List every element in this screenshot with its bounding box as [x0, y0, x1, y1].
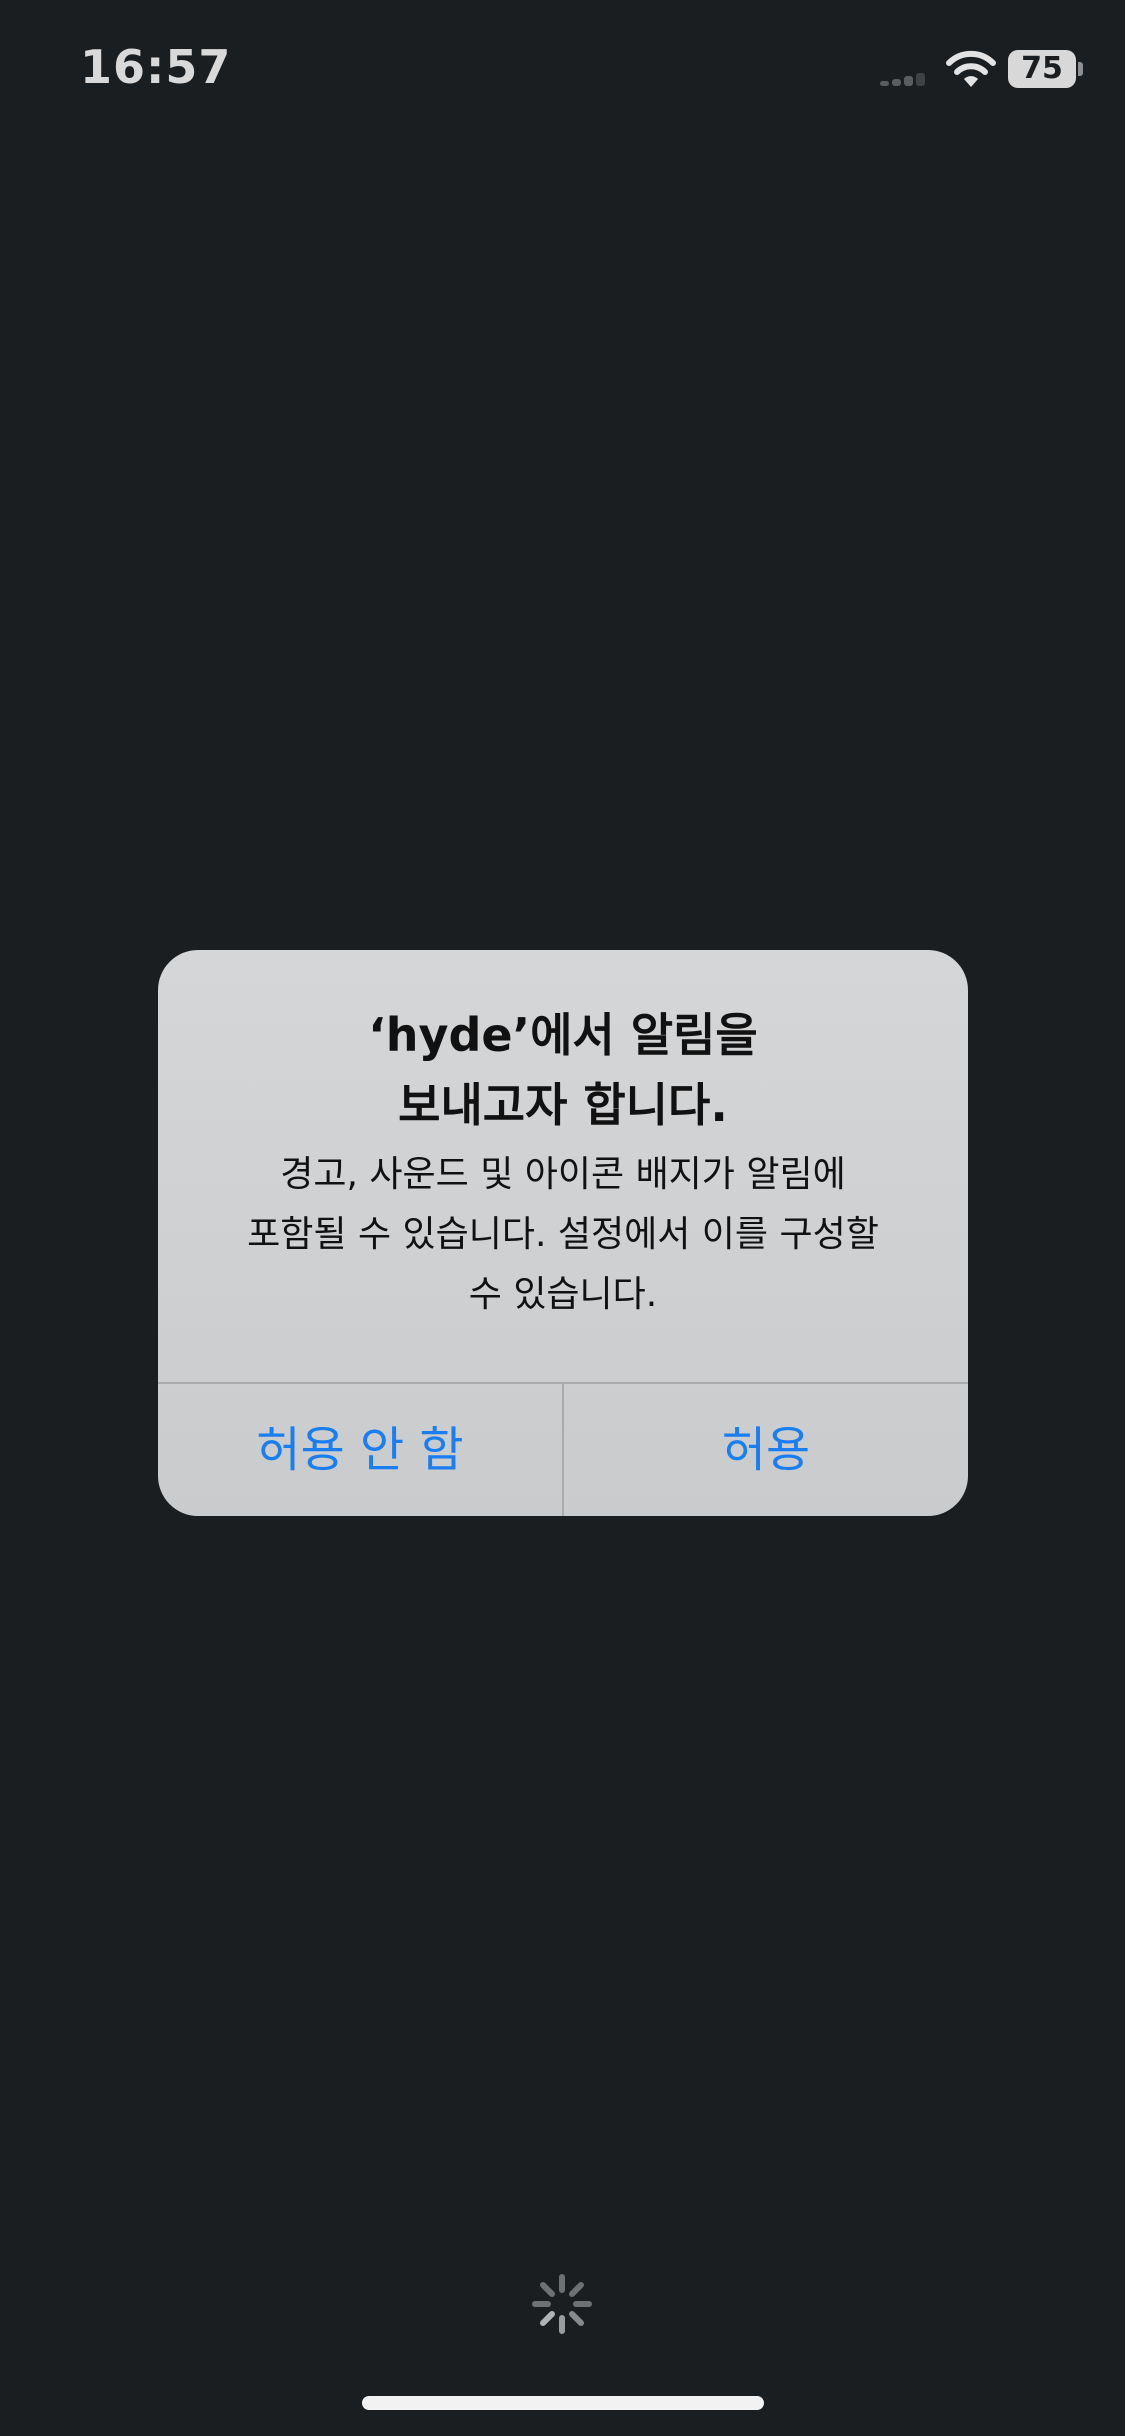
wifi-icon — [946, 50, 996, 87]
status-bar: 16:57 75 — [0, 0, 1125, 140]
signal-icon — [880, 72, 938, 86]
allow-button[interactable]: 허용 — [564, 1384, 968, 1516]
notification-permission-alert: ‘hyde’에서 알림을 보내고자 합니다. 경고, 사운드 및 아이콘 배지가… — [158, 950, 968, 1516]
deny-button[interactable]: 허용 안 함 — [158, 1384, 562, 1516]
home-indicator[interactable] — [362, 2396, 764, 2410]
status-time: 16:57 — [80, 40, 232, 94]
battery-icon: 75 — [1008, 50, 1076, 88]
battery-cap — [1078, 62, 1083, 76]
alert-title: ‘hyde’에서 알림을 보내고자 합니다. — [368, 1008, 758, 1132]
activity-spinner-icon — [532, 2274, 592, 2334]
alert-message: 경고, 사운드 및 아이콘 배지가 알림에 포함될 수 있습니다. 설정에서 이… — [247, 1154, 879, 1315]
